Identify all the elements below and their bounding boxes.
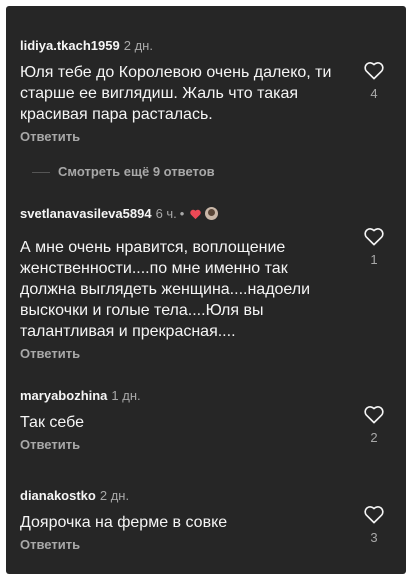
comment-time: 6 ч. (155, 206, 177, 221)
heart-outline-icon (364, 62, 384, 80)
reply-button[interactable]: Ответить (20, 437, 340, 452)
comment-item: lidiya.tkach1959 2 дн. Юля тебе до Короле… (20, 37, 340, 144)
comment-item: maryabozhina 1 дн. Так себе Ответить (20, 387, 340, 452)
like-button[interactable]: 1 (362, 226, 386, 267)
reply-button[interactable]: Ответить (20, 129, 340, 144)
like-count: 4 (370, 86, 378, 101)
comment-meta: maryabozhina 1 дн. (20, 387, 340, 404)
comment-meta: lidiya.tkach1959 2 дн. (20, 37, 340, 54)
like-button[interactable]: 2 (362, 404, 386, 445)
like-button[interactable]: 4 (362, 60, 386, 101)
comment-text: Так себе (20, 414, 84, 431)
comment-username[interactable]: maryabozhina (20, 388, 107, 403)
like-count: 3 (370, 530, 378, 545)
comment-text: Доярочка на ферме в совке (20, 514, 228, 531)
comment-text: А мне очень нравится, воплощение женстве… (20, 239, 311, 340)
like-count: 1 (370, 252, 378, 267)
comment-username[interactable]: lidiya.tkach1959 (20, 38, 120, 53)
meta-separator: • (179, 206, 185, 221)
comment-time: 2 дн. (123, 38, 153, 53)
heart-outline-icon (364, 406, 384, 424)
comment-meta: svetlanavasileva5894 6 ч. • (20, 205, 340, 224)
comment-username[interactable]: dianakostko (20, 488, 96, 503)
reply-button[interactable]: Ответить (20, 346, 340, 361)
reply-button[interactable]: Ответить (20, 537, 340, 552)
comment-text: Юля тебе до Королевою очень далеко, ти с… (20, 64, 332, 123)
author-avatar (205, 207, 219, 220)
view-more-replies-button[interactable]: Смотреть ещё 9 ответов (32, 164, 215, 179)
like-count: 2 (370, 430, 378, 445)
comment-item: dianakostko 2 дн. Доярочка на ферме в сов… (20, 487, 340, 552)
comment-meta: dianakostko 2 дн. (20, 487, 340, 504)
heart-filled-icon (189, 207, 202, 224)
comments-panel: lidiya.tkach1959 2 дн. Юля тебе до Короле… (6, 6, 406, 574)
heart-outline-icon (364, 228, 384, 246)
comment-item: svetlanavasileva5894 6 ч. • А мне очень нр… (20, 205, 340, 361)
heart-outline-icon (364, 506, 384, 524)
comment-time: 2 дн. (99, 488, 130, 503)
comment-username[interactable]: svetlanavasileva5894 (20, 206, 152, 221)
like-button[interactable]: 3 (362, 504, 386, 545)
comment-time: 1 дн. (111, 388, 141, 403)
